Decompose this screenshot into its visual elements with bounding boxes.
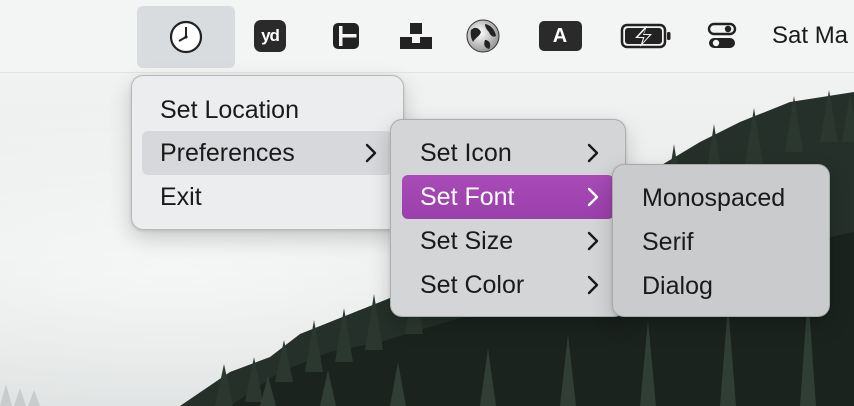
control-center-status-item[interactable] — [706, 18, 738, 54]
menu-item-set-color[interactable]: Set Color — [402, 263, 614, 307]
menu-item-serif[interactable]: Serif — [624, 220, 818, 264]
window-layout-status-item[interactable] — [330, 18, 362, 54]
menu-item-exit[interactable]: Exit — [142, 175, 392, 219]
blocks-status-item[interactable] — [398, 18, 434, 54]
chevron-right-icon — [587, 275, 599, 295]
font-submenu: Monospaced Serif Dialog — [612, 164, 830, 317]
menu-item-dialog[interactable]: Dialog — [624, 264, 818, 308]
window-layout-icon — [333, 23, 359, 49]
menu-item-label: Monospaced — [642, 183, 786, 212]
menubar-datetime[interactable]: Sat Ma — [772, 22, 848, 50]
chevron-right-icon — [587, 187, 599, 207]
menu-item-label: Set Size — [420, 226, 514, 255]
input-source-status-item[interactable]: A — [538, 18, 582, 54]
preferences-submenu: Set Icon Set Font Set Size Set Color — [390, 119, 626, 317]
menu-bar: yd A Sat Ma — [0, 0, 854, 73]
menu-item-set-icon[interactable]: Set Icon — [402, 131, 614, 175]
menu-item-label: Set Location — [160, 95, 299, 124]
menu-item-label: Set Font — [420, 182, 515, 211]
menu-item-label: Dialog — [642, 271, 713, 300]
menu-item-label: Set Color — [420, 270, 525, 299]
menu-item-label: Set Icon — [420, 138, 512, 167]
menu-item-label: Serif — [642, 227, 694, 256]
clock-icon — [169, 20, 203, 54]
yd-app-status-item[interactable]: yd — [253, 18, 287, 54]
menu-item-set-font[interactable]: Set Font — [402, 175, 614, 219]
menu-item-set-size[interactable]: Set Size — [402, 219, 614, 263]
clock-status-item[interactable] — [137, 6, 235, 68]
chevron-right-icon — [587, 143, 599, 163]
menu-item-label: Preferences — [160, 138, 295, 167]
input-source-icon-text: A — [552, 24, 568, 47]
globe-icon — [466, 19, 500, 53]
yd-app-icon-text: yd — [261, 26, 280, 45]
input-source-icon: A — [538, 21, 582, 51]
battery-charging-icon — [620, 23, 671, 49]
chevron-right-icon — [365, 143, 377, 163]
status-menu: Set Location Preferences Exit — [131, 75, 404, 230]
menu-item-monospaced[interactable]: Monospaced — [624, 176, 818, 220]
globe-status-item[interactable] — [464, 18, 502, 54]
menu-item-set-location[interactable]: Set Location — [142, 88, 392, 132]
menu-item-preferences[interactable]: Preferences — [142, 131, 392, 175]
battery-status-item[interactable] — [620, 18, 672, 54]
stacked-blocks-icon — [400, 23, 432, 49]
chevron-right-icon — [587, 231, 599, 251]
control-center-icon — [707, 22, 737, 48]
menu-item-label: Exit — [160, 182, 202, 211]
yd-app-icon: yd — [254, 20, 286, 52]
